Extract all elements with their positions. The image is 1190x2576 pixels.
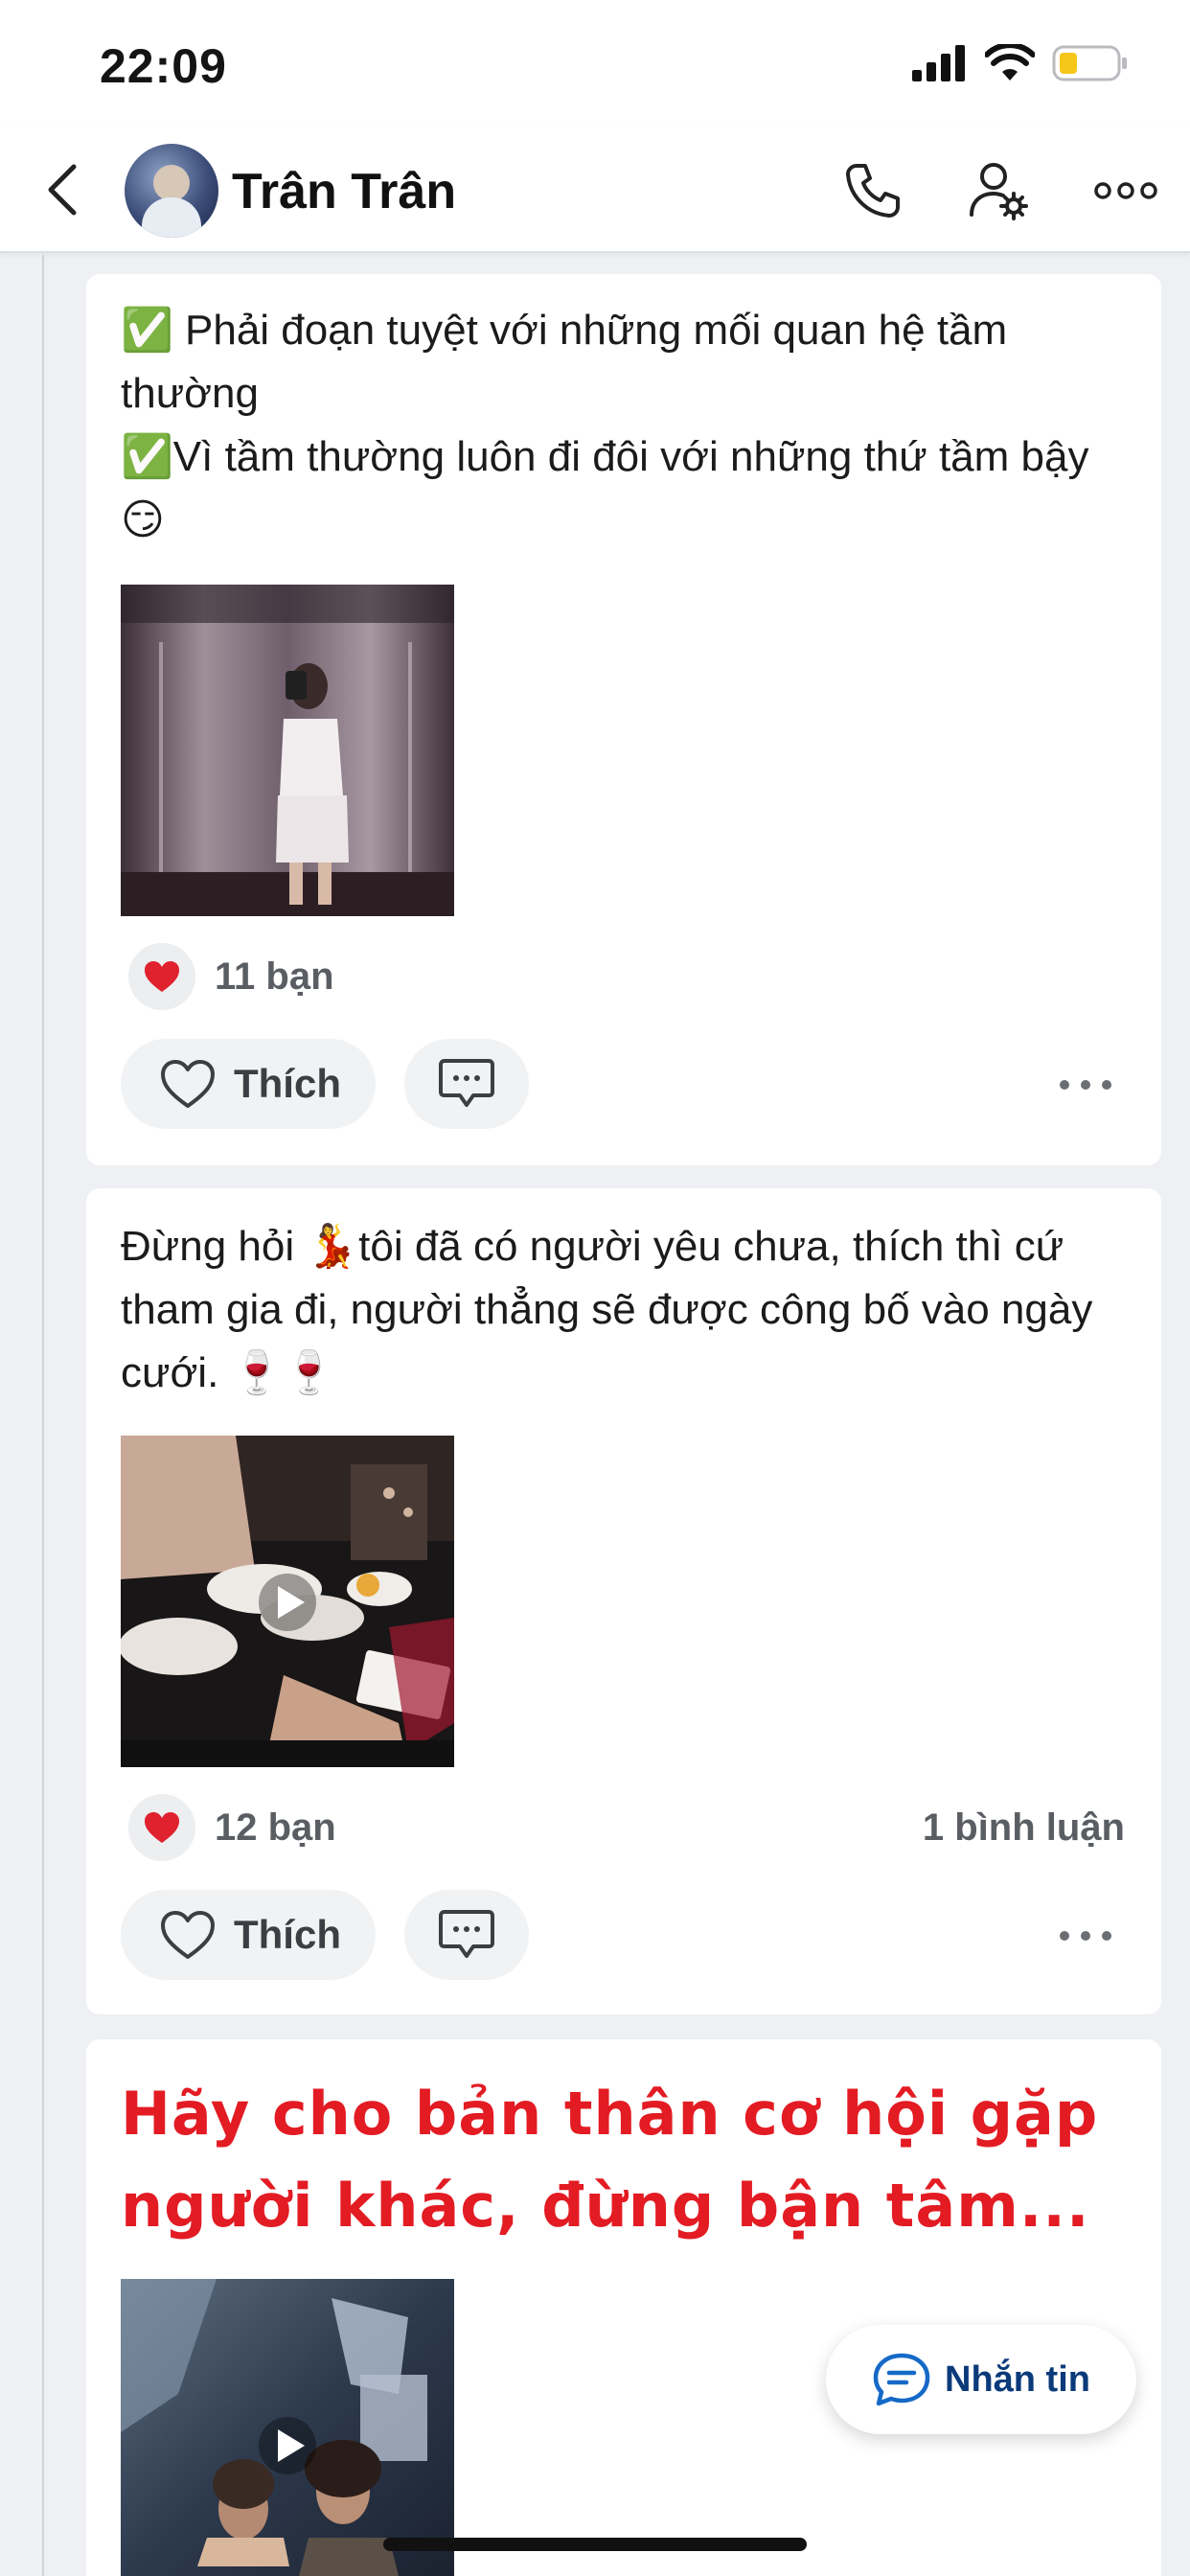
avatar-body-shape bbox=[142, 197, 201, 238]
contact-name[interactable]: Trân Trân bbox=[232, 163, 456, 220]
send-message-button[interactable]: Nhắn tin bbox=[826, 2325, 1136, 2434]
like-label: Thích bbox=[234, 1912, 341, 1957]
phone-icon bbox=[846, 164, 900, 218]
comment-icon bbox=[439, 1059, 494, 1107]
reaction-bubble[interactable] bbox=[128, 1794, 195, 1861]
like-label: Thích bbox=[234, 1061, 341, 1106]
like-button[interactable]: Thích bbox=[121, 1039, 376, 1129]
reaction-bubble[interactable] bbox=[128, 943, 195, 1010]
battery-icon bbox=[1052, 45, 1127, 81]
action-row: Thích bbox=[121, 1039, 1136, 1129]
post-card: Đừng hỏi 💃tôi đã có người yêu chưa, thíc… bbox=[86, 1188, 1161, 2014]
post-text: Đừng hỏi 💃tôi đã có người yêu chưa, thíc… bbox=[121, 1215, 1136, 1405]
party-video-image bbox=[121, 2279, 454, 2576]
elevator-selfie-image bbox=[121, 585, 454, 916]
chat-header: Trân Trân bbox=[0, 126, 1190, 253]
heart-icon bbox=[145, 961, 179, 992]
post-headline: Hãy cho bản thân cơ hội gặp người khác, … bbox=[121, 2079, 1099, 2241]
reaction-row: 11 bạn bbox=[128, 943, 1125, 1010]
user-settings-icon bbox=[970, 163, 1028, 220]
home-indicator[interactable] bbox=[383, 2538, 807, 2551]
post-video[interactable] bbox=[121, 2279, 454, 2576]
signal-icon bbox=[912, 45, 965, 81]
profile-settings-button[interactable] bbox=[966, 159, 1033, 222]
heart-icon bbox=[145, 1812, 179, 1843]
post-more-button[interactable] bbox=[1052, 1917, 1119, 1955]
avatar[interactable] bbox=[125, 144, 218, 238]
post-card: ✅ Phải đoạn tuyệt với những mối quan hệ … bbox=[86, 274, 1161, 1165]
dinner-video-image bbox=[121, 1436, 454, 1767]
post-line: ✅Vì tầm thường luôn đi đôi với những thứ… bbox=[121, 433, 1089, 543]
comment-count[interactable]: 1 bình luận bbox=[923, 1806, 1125, 1850]
avatar-head-shape bbox=[153, 165, 190, 201]
more-options-button[interactable] bbox=[1092, 159, 1159, 222]
more-dots-icon bbox=[1094, 182, 1157, 199]
status-time: 22:09 bbox=[100, 39, 227, 93]
more-dots-icon bbox=[1060, 1080, 1111, 1090]
post-text: ✅ Phải đoạn tuyệt với những mối quan hệ … bbox=[121, 299, 1136, 552]
status-bar: 22:09 bbox=[0, 0, 1190, 126]
post-more-button[interactable] bbox=[1052, 1066, 1119, 1104]
like-button[interactable]: Thích bbox=[121, 1890, 376, 1980]
post-line: Đừng hỏi 💃tôi đã có người yêu chưa, thíc… bbox=[121, 1223, 1093, 1396]
post-photo[interactable] bbox=[121, 585, 454, 916]
call-button[interactable] bbox=[839, 159, 906, 222]
heart-outline-icon bbox=[161, 1911, 215, 1959]
action-row: Thích bbox=[121, 1890, 1136, 1980]
back-button[interactable] bbox=[34, 159, 88, 220]
wifi-icon bbox=[985, 44, 1035, 80]
comment-button[interactable] bbox=[404, 1890, 529, 1980]
back-chevron-icon bbox=[48, 164, 77, 216]
heart-outline-icon bbox=[161, 1060, 215, 1108]
chat-bubble-icon bbox=[873, 2353, 930, 2406]
post-video[interactable] bbox=[121, 1436, 454, 1767]
reaction-count[interactable]: 11 bạn bbox=[215, 955, 334, 999]
post-line: ✅ Phải đoạn tuyệt với những mối quan hệ … bbox=[121, 307, 1008, 417]
status-icons bbox=[912, 42, 1129, 84]
reaction-count[interactable]: 12 bạn bbox=[215, 1806, 336, 1850]
timeline-rule bbox=[42, 255, 44, 2576]
reaction-row: 12 bạn 1 bình luận bbox=[128, 1794, 1125, 1861]
comment-button[interactable] bbox=[404, 1039, 529, 1129]
send-message-label: Nhắn tin bbox=[945, 2358, 1090, 2400]
post-card: Hãy cho bản thân cơ hội gặp người khác, … bbox=[86, 2039, 1161, 2576]
comment-icon bbox=[439, 1910, 494, 1958]
more-dots-icon bbox=[1060, 1931, 1111, 1941]
